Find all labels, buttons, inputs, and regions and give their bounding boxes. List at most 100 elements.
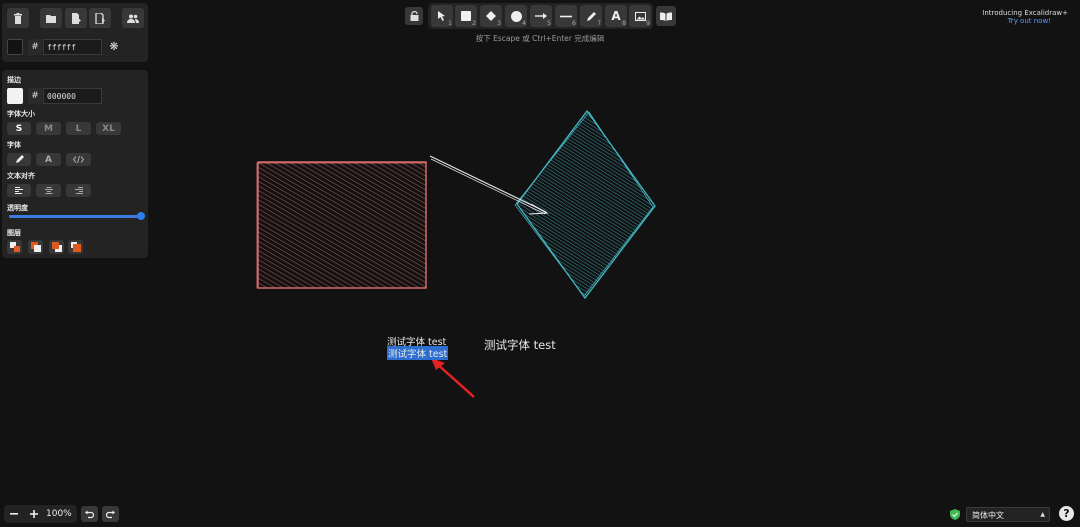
background-hex-input[interactable]: ffffff [43, 39, 102, 55]
diamond-tool-button[interactable]: 3 [480, 5, 502, 27]
eyedropper-icon[interactable]: ❋ [108, 40, 120, 54]
send-to-back-icon [9, 242, 20, 252]
align-center-button[interactable] [36, 184, 61, 197]
arrow-icon [535, 13, 547, 19]
promo-link[interactable]: Try out now! [1008, 17, 1051, 25]
save-button[interactable] [65, 8, 87, 28]
language-select[interactable]: 简体中文 ▲ [966, 507, 1050, 522]
font-size-s-button[interactable]: S [7, 122, 31, 135]
text-align-label: 文本对齐 [7, 172, 35, 180]
clear-canvas-button[interactable] [7, 8, 29, 28]
zoom-level[interactable]: 100% [46, 509, 72, 519]
pencil-icon [15, 155, 24, 163]
export-image-icon [94, 12, 105, 24]
opacity-label: 透明度 [7, 204, 28, 212]
tool-shortcut: 7 [597, 20, 601, 27]
lock-button[interactable] [405, 7, 423, 25]
export-image-button[interactable] [89, 8, 111, 28]
diamond-icon [486, 11, 496, 21]
align-right-button[interactable] [66, 184, 91, 197]
selection-tool-button[interactable]: 1 [431, 5, 453, 27]
redo-button[interactable] [102, 506, 119, 522]
send-to-back-button[interactable] [7, 240, 22, 254]
font-normal-button[interactable]: A [36, 153, 61, 166]
stroke-hex-input[interactable]: 000000 [43, 88, 102, 104]
tool-shortcut: 4 [522, 20, 526, 27]
align-left-button[interactable] [7, 184, 31, 197]
canvas-background-swatch[interactable] [7, 39, 23, 55]
encryption-shield-icon[interactable] [950, 509, 960, 520]
help-button[interactable]: ? [1059, 506, 1074, 521]
drawing-canvas[interactable] [0, 0, 1080, 527]
open-button[interactable] [40, 8, 62, 28]
bring-to-front-icon [70, 242, 81, 252]
font-size-l-button[interactable]: L [66, 122, 91, 135]
opacity-slider-track[interactable] [9, 215, 142, 218]
font-hand-drawn-button[interactable] [7, 153, 31, 166]
tool-shortcut: 2 [472, 20, 476, 27]
export-icon [71, 12, 81, 24]
font-size-m-button[interactable]: M [36, 122, 61, 135]
library-icon [660, 12, 672, 21]
image-tool-button[interactable]: 9 [629, 5, 651, 27]
rectangle-shape[interactable] [256, 161, 427, 289]
arrow-tool-button[interactable]: 5 [530, 5, 552, 27]
live-collaboration-button[interactable] [122, 8, 144, 28]
stroke-color-swatch[interactable] [7, 88, 23, 104]
text-tool-icon: A [611, 9, 621, 23]
editing-hint: 按下 Escape 或 Ctrl+Enter 完成编辑 [475, 34, 605, 43]
canvas-text-editing[interactable]: 测试字体 test [387, 346, 449, 360]
tool-shortcut: 5 [547, 20, 551, 27]
bring-forward-button[interactable] [49, 240, 64, 254]
font-size-xl-button[interactable]: XL [96, 122, 121, 135]
tool-shortcut: 6 [572, 20, 576, 27]
undo-icon [85, 510, 94, 518]
collaborators-icon [127, 14, 139, 23]
zoom-in-button[interactable] [26, 506, 42, 522]
tool-shortcut: 1 [448, 20, 452, 27]
opacity-slider-thumb[interactable] [137, 212, 145, 220]
plus-icon [30, 510, 38, 518]
diamond-shape[interactable] [514, 109, 656, 300]
align-right-icon [74, 187, 83, 194]
annotation-arrow [431, 358, 475, 398]
tool-shortcut: 9 [646, 20, 650, 27]
bring-to-front-button[interactable] [68, 240, 83, 254]
lock-icon [410, 11, 418, 21]
tool-shortcut: 8 [622, 20, 626, 27]
draw-tool-button[interactable]: 7 [580, 5, 602, 27]
help-icon: ? [1063, 507, 1070, 520]
promo-title: Introducing Excalidraw+ [982, 9, 1068, 17]
tool-shortcut: 3 [497, 20, 501, 27]
library-button[interactable] [656, 6, 676, 26]
rectangle-icon [461, 11, 471, 21]
arrow-shape[interactable] [429, 155, 549, 215]
chevron-down-icon: ▲ [1040, 511, 1045, 518]
font-code-button[interactable] [66, 153, 91, 166]
text-tool-button[interactable]: A 8 [605, 5, 627, 27]
trash-icon [14, 12, 22, 24]
line-tool-button[interactable]: 6 [555, 5, 577, 27]
layers-label: 图层 [7, 229, 21, 237]
bring-forward-icon [51, 242, 62, 252]
send-backward-icon [30, 242, 41, 252]
folder-open-icon [45, 14, 56, 23]
zoom-out-button[interactable] [6, 506, 22, 522]
redo-icon [106, 510, 115, 518]
ellipse-tool-button[interactable]: 4 [505, 5, 527, 27]
minus-icon [10, 513, 18, 515]
language-select-value: 简体中文 [972, 511, 1004, 520]
cursor-icon [438, 11, 445, 21]
align-left-icon [15, 187, 23, 194]
font-size-label: 字体大小 [7, 110, 35, 118]
send-backward-button[interactable] [28, 240, 43, 254]
stroke-hash-label: # [28, 88, 42, 104]
undo-button[interactable] [81, 506, 98, 522]
pencil-icon [586, 11, 596, 21]
rectangle-tool-button[interactable]: 2 [455, 5, 477, 27]
canvas-text-3[interactable]: 测试字体 test [484, 337, 556, 353]
background-hash-label: # [28, 39, 42, 55]
code-icon [73, 156, 84, 163]
image-icon [634, 11, 646, 21]
ellipse-icon [510, 10, 522, 22]
